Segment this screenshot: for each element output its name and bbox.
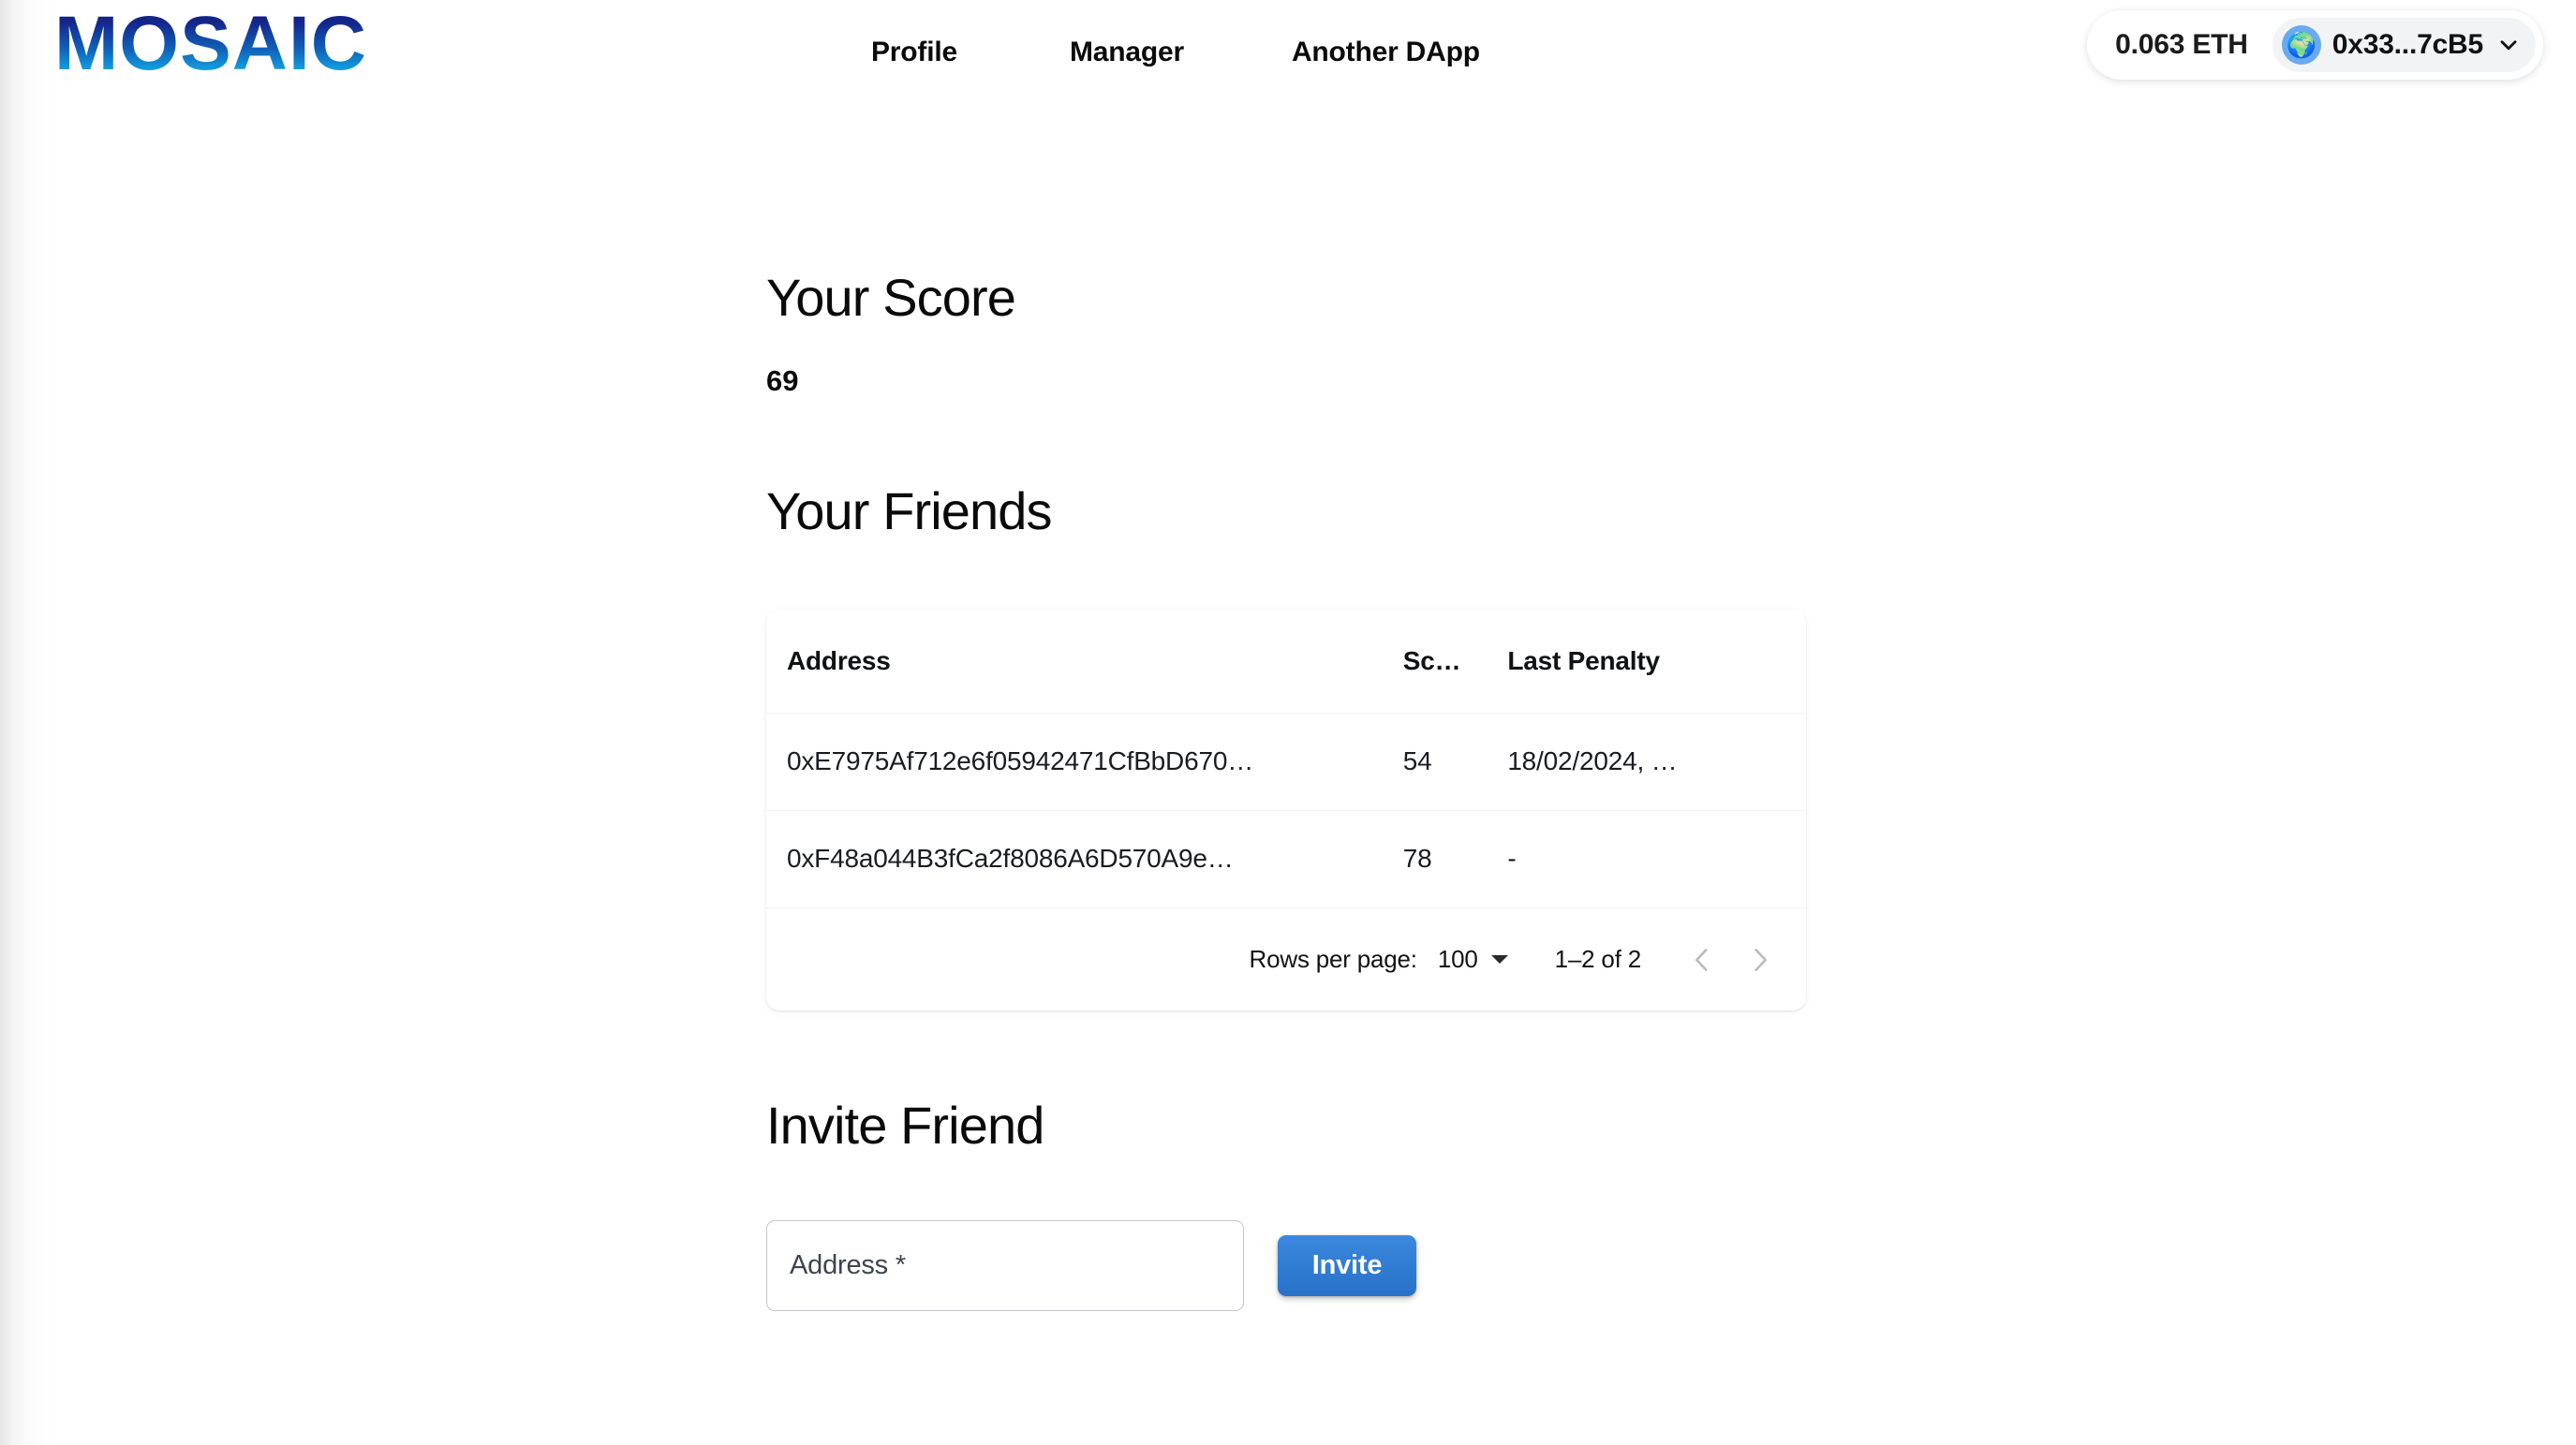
friends-table: Address Sc… Last Penalty 0xE7975Af712e6f…: [766, 610, 1806, 908]
wallet-account-button[interactable]: 🌍 0x33...7cB5: [2272, 18, 2536, 72]
rows-per-page-value: 100: [1437, 945, 1478, 974]
friends-table-head: Address Sc… Last Penalty: [766, 610, 1806, 713]
column-header-address[interactable]: Address: [766, 610, 1403, 713]
invite-button[interactable]: Invite: [1278, 1234, 1416, 1296]
your-score-heading: Your Score: [766, 268, 1016, 327]
your-friends-heading: Your Friends: [766, 480, 1053, 540]
chevron-left-icon: [1695, 948, 1708, 971]
chevron-down-icon: [2500, 40, 2517, 51]
chevron-down-icon: [1490, 955, 1508, 965]
column-header-score[interactable]: Sc…: [1403, 610, 1508, 713]
your-score-value: 69: [766, 363, 799, 397]
cell-last-penalty: -: [1507, 809, 1806, 908]
app-logo[interactable]: MOSAIC: [54, 6, 367, 82]
rows-per-page-select[interactable]: 100: [1438, 945, 1508, 974]
globe-icon: 🌍: [2281, 25, 2321, 65]
wallet-address: 0x33...7cB5: [2332, 29, 2483, 60]
nav-item-profile[interactable]: Profile: [871, 27, 957, 78]
left-edge-shadow: [0, 0, 56, 1445]
invite-friend-heading: Invite Friend: [766, 1096, 1044, 1156]
rows-per-page-label: Rows per page:: [1249, 945, 1418, 974]
table-row[interactable]: 0xE7975Af712e6f05942471CfBbD670… 54 18/0…: [766, 712, 1806, 811]
chevron-right-icon: [1754, 948, 1768, 971]
column-header-last-penalty[interactable]: Last Penalty: [1507, 610, 1806, 713]
app-header: MOSAIC Profile Manager Another DApp 0.06…: [0, 0, 2576, 105]
friends-table-card: Address Sc… Last Penalty 0xE7975Af712e6f…: [766, 610, 1806, 1011]
friends-table-body: 0xE7975Af712e6f05942471CfBbD670… 54 18/0…: [766, 712, 1806, 908]
previous-page-button[interactable]: [1673, 931, 1731, 989]
address-input[interactable]: [766, 1219, 1244, 1311]
cell-address: 0xF48a044B3fCa2f8086A6D570A9e…: [766, 809, 1403, 908]
table-header-row: Address Sc… Last Penalty: [766, 610, 1806, 713]
pagination-range-label: 1–2 of 2: [1554, 945, 1642, 974]
cell-score: 54: [1402, 712, 1508, 811]
main-content: Your Score 69 Your Friends Address Sc… L…: [766, 105, 1815, 1311]
app-root: MOSAIC Profile Manager Another DApp 0.06…: [0, 0, 2576, 1445]
wallet-balance: 0.063 ETH: [2115, 29, 2248, 60]
nav-item-manager[interactable]: Manager: [1070, 27, 1184, 78]
wallet-widget: 0.063 ETH 🌍 0x33...7cB5: [2087, 10, 2543, 80]
cell-score: 78: [1402, 809, 1508, 908]
cell-address: 0xE7975Af712e6f05942471CfBbD670…: [766, 712, 1403, 811]
table-pagination: Rows per page: 100 1–2 of 2: [766, 907, 1806, 1010]
nav-item-another-dapp[interactable]: Another DApp: [1292, 27, 1480, 78]
cell-last-penalty: 18/02/2024, …: [1507, 712, 1806, 811]
table-row[interactable]: 0xF48a044B3fCa2f8086A6D570A9e… 78 -: [766, 809, 1806, 908]
next-page-button[interactable]: [1731, 931, 1789, 989]
invite-form: Invite: [766, 1219, 1815, 1311]
main-navigation: Profile Manager Another DApp: [871, 0, 1480, 105]
